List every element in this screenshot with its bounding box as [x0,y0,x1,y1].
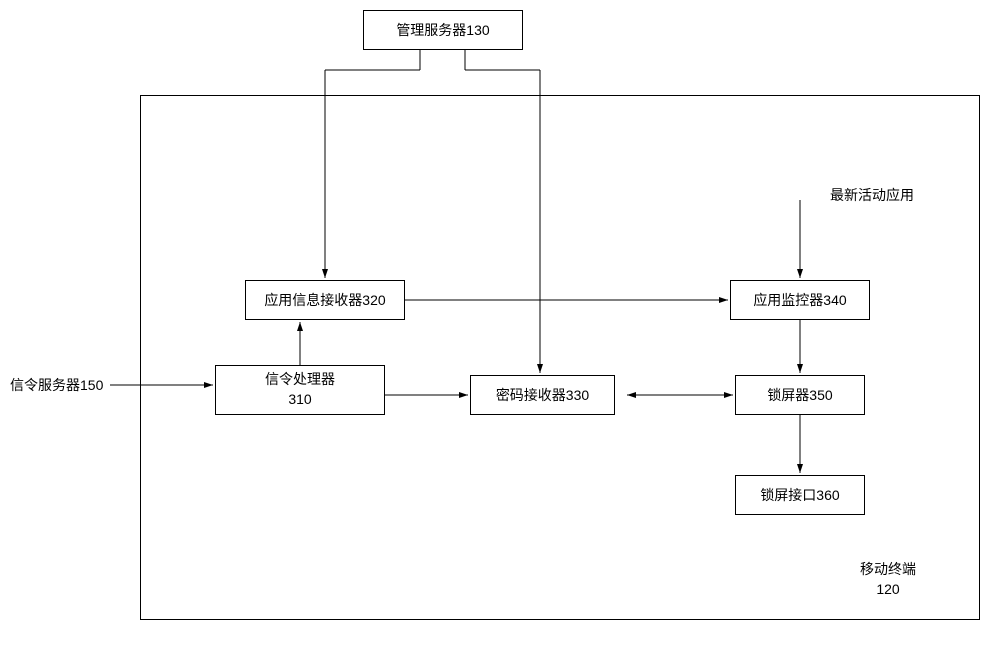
lock-screen-box: 锁屏器350 [735,375,865,415]
password-receiver-label: 密码接收器330 [496,385,589,405]
mobile-terminal-label-wrap: 移动终端 120 [860,560,916,599]
password-receiver-box: 密码接收器330 [470,375,615,415]
management-server-box: 管理服务器130 [363,10,523,50]
management-server-label: 管理服务器130 [396,20,489,40]
signal-server-label-wrap: 信令服务器150 [10,375,103,395]
app-monitor-label: 应用监控器340 [753,290,846,310]
latest-active-label-wrap: 最新活动应用 [830,185,914,205]
app-monitor-box: 应用监控器340 [730,280,870,320]
signal-server-label: 信令服务器150 [10,377,103,393]
signal-processor-l2: 310 [265,390,335,410]
latest-active-label: 最新活动应用 [830,187,914,203]
mobile-terminal-l1: 移动终端 [860,560,916,580]
mobile-terminal-container [140,95,980,620]
mobile-terminal-l2: 120 [860,580,916,600]
app-info-receiver-box: 应用信息接收器320 [245,280,405,320]
lock-screen-label: 锁屏器350 [767,385,832,405]
lock-interface-label: 锁屏接口360 [760,485,839,505]
signal-processor-box: 信令处理器 310 [215,365,385,415]
app-info-receiver-label: 应用信息接收器320 [264,290,385,310]
signal-processor-l1: 信令处理器 [265,370,335,390]
lock-interface-box: 锁屏接口360 [735,475,865,515]
